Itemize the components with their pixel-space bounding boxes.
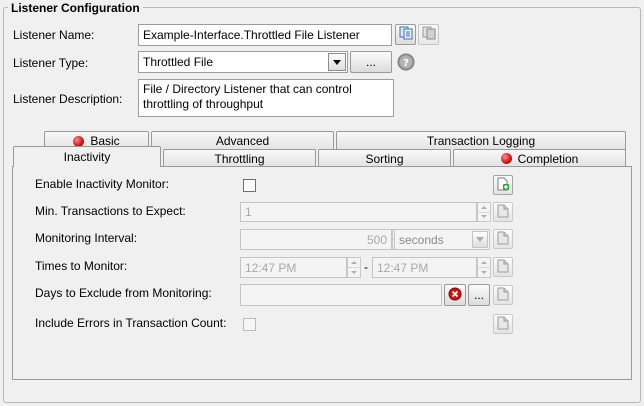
days-to-exclude-input[interactable] [240,284,442,306]
document-icon [497,287,509,304]
error-indicator-icon [73,135,85,147]
paste-button[interactable] [418,24,439,45]
min-transactions-stepper[interactable] [477,202,491,222]
time-end-stepper[interactable] [477,257,491,278]
listener-type-more-button[interactable]: ... [350,51,392,73]
document-button[interactable] [493,202,513,222]
times-to-monitor-label: Times to Monitor: [35,259,128,273]
tab-advanced[interactable]: Advanced [151,131,334,150]
listener-description-input[interactable]: File / Directory Listener that can contr… [138,79,394,117]
inactivity-panel: Enable Inactivity Monitor: Min. Transact… [12,166,632,380]
include-errors-label: Include Errors in Transaction Count: [35,316,227,330]
document-icon [497,316,509,333]
add-document-icon [496,177,510,194]
listener-name-input[interactable]: Example-Interface.Throttled File Listene… [138,24,392,46]
min-transactions-input[interactable]: 1 [240,202,477,222]
days-to-exclude-label: Days to Exclude from Monitoring: [35,286,212,300]
enable-inactivity-checkbox[interactable] [243,179,256,192]
error-indicator-icon [500,153,512,164]
clear-icon [448,287,462,304]
listener-description-label: Listener Description: [13,92,123,106]
include-errors-checkbox[interactable] [243,318,256,331]
monitoring-interval-label: Monitoring Interval: [35,231,138,245]
document-button[interactable] [493,314,513,334]
time-start-input[interactable]: 12:47 PM [240,257,347,278]
add-document-button[interactable] [493,175,513,195]
svg-text:?: ? [403,58,409,69]
chevron-down-icon[interactable] [328,53,346,71]
tab-inactivity[interactable]: Inactivity [13,146,161,167]
copy-button[interactable] [395,24,416,45]
monitoring-interval-input[interactable]: 500 [240,229,392,250]
listener-type-select[interactable]: Throttled File [138,51,348,73]
tab-completion[interactable]: Completion [453,149,626,167]
clear-button[interactable] [444,284,466,306]
tab-throttling[interactable]: Throttling [163,149,316,167]
listener-type-label: Listener Type: [13,56,89,70]
days-more-button[interactable]: ... [468,284,490,306]
copy-icon [399,26,413,43]
help-icon[interactable]: ? [397,53,415,71]
document-icon [497,259,509,276]
tab-transaction-logging[interactable]: Transaction Logging [336,131,626,150]
time-start-stepper[interactable] [347,257,361,278]
section-title: Listener Configuration [8,1,143,15]
document-button[interactable] [493,257,513,277]
min-transactions-label: Min. Transactions to Expect: [35,204,186,218]
paste-icon [422,26,436,43]
time-separator: - [364,260,368,274]
document-button[interactable] [493,229,513,249]
tab-sorting[interactable]: Sorting [318,149,451,167]
document-button[interactable] [493,285,513,305]
document-icon [497,231,509,248]
time-end-input[interactable]: 12:47 PM [372,257,477,278]
chevron-down-icon[interactable] [472,231,488,248]
enable-inactivity-label: Enable Inactivity Monitor: [35,177,170,191]
document-icon [497,204,509,221]
listener-name-label: Listener Name: [13,28,95,42]
